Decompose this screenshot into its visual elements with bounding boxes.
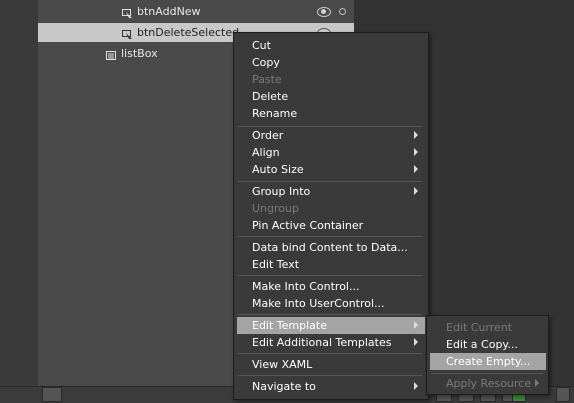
menu-item-edit-additional-templates[interactable]: Edit Additional Templates: [237, 334, 425, 351]
menu-item-pin-active-container[interactable]: Pin Active Container: [237, 217, 425, 234]
submenu-arrow-icon: [414, 321, 418, 329]
layers-button[interactable]: [42, 387, 62, 402]
submenu-arrow-icon: [414, 131, 418, 139]
submenu-arrow-icon: [414, 338, 418, 346]
submenu-item-apply-resource: Apply Resource: [446, 377, 531, 390]
menu-separator: [238, 236, 422, 237]
menu-separator: [238, 275, 422, 276]
menu-separator: [238, 375, 422, 376]
submenu-arrow-icon: [414, 165, 418, 173]
menu-item-align[interactable]: Align: [237, 144, 425, 161]
menu-item-ungroup: Ungroup: [252, 202, 299, 215]
menu-item-make-into-control[interactable]: Make Into Control...: [237, 278, 425, 295]
submenu-arrow-icon: [414, 382, 418, 390]
menu-item-rename[interactable]: Rename: [237, 105, 425, 122]
submenu-item-edit-a-copy[interactable]: Edit a Copy...: [430, 336, 546, 353]
menu-item-copy[interactable]: Copy: [237, 54, 425, 71]
listbox-icon: [106, 49, 116, 60]
lock-dot-icon[interactable]: [339, 8, 346, 15]
menu-item-order[interactable]: Order: [237, 127, 425, 144]
menu-separator: [238, 314, 422, 315]
tree-item-label: listBox: [121, 47, 158, 60]
menu-item-paste: Paste: [252, 73, 282, 86]
menu-item-group-into[interactable]: Group Into: [237, 183, 425, 200]
tree-item-btnaddnew[interactable]: btnAddNew: [120, 3, 350, 20]
tree-item-label: btnAddNew: [137, 5, 201, 18]
edit-template-submenu: Edit Current Edit a Copy... Create Empty…: [426, 315, 549, 395]
button-icon: [122, 7, 132, 18]
menu-item-edit-text[interactable]: Edit Text: [237, 256, 425, 273]
menu-separator: [431, 373, 543, 374]
scroll-right-button[interactable]: [556, 387, 570, 402]
menu-item-data-bind-content[interactable]: Data bind Content to Data...: [237, 239, 425, 256]
submenu-arrow-icon: [535, 379, 539, 387]
visibility-eye-icon[interactable]: [317, 7, 331, 17]
tree-item-label: btnDeleteSelected: [137, 26, 240, 39]
submenu-arrow-icon: [414, 187, 418, 195]
context-menu: Cut Copy Paste Delete Rename Order Align…: [233, 32, 429, 400]
menu-item-edit-template[interactable]: Edit Template: [237, 317, 425, 334]
menu-item-auto-size[interactable]: Auto Size: [237, 161, 425, 178]
menu-item-view-xaml[interactable]: View XAML: [237, 356, 425, 373]
menu-item-make-into-usercontrol[interactable]: Make Into UserControl...: [237, 295, 425, 312]
menu-item-delete[interactable]: Delete: [237, 88, 425, 105]
menu-item-cut[interactable]: Cut: [237, 37, 425, 54]
menu-separator: [238, 353, 422, 354]
menu-separator: [238, 181, 422, 182]
button-icon: [122, 28, 132, 39]
submenu-arrow-icon: [414, 148, 418, 156]
submenu-item-create-empty[interactable]: Create Empty...: [430, 353, 546, 370]
left-toolbar-column: [0, 0, 38, 402]
submenu-item-edit-current: Edit Current: [446, 321, 513, 334]
menu-item-navigate-to[interactable]: Navigate to: [237, 378, 425, 395]
